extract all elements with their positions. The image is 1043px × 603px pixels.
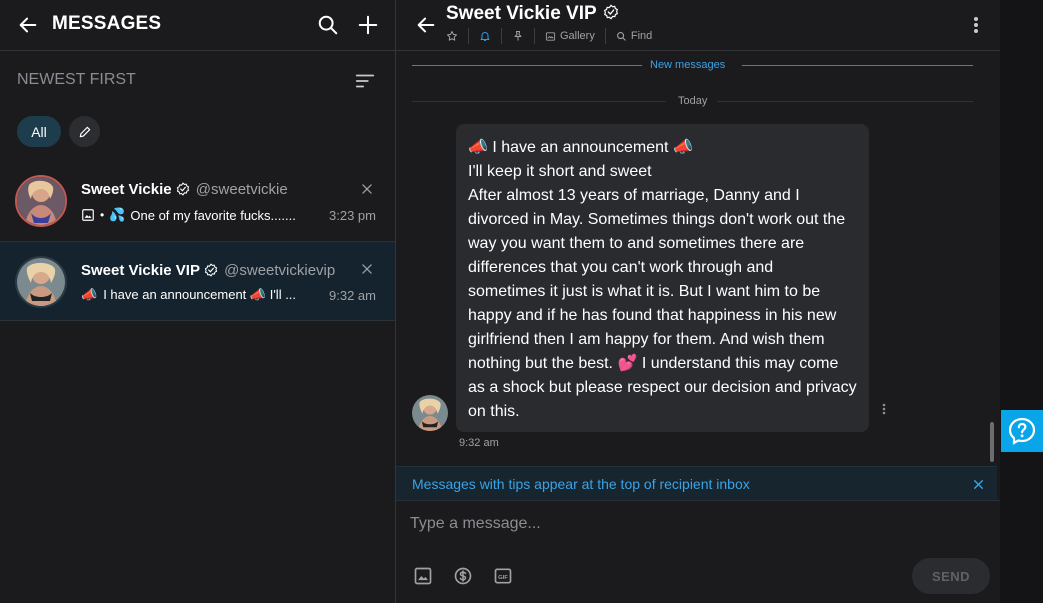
message-line: divorced in May. Sometimes things don't … (468, 211, 846, 228)
conversation-title: Sweet Vickie VIP (446, 3, 619, 25)
page-gutter (1000, 0, 1043, 603)
chat-handle: @sweetvickievip (224, 262, 336, 279)
message-line: 📣 I have an announcement 📣 (468, 139, 693, 156)
find-icon (616, 31, 627, 42)
chat-time: 9:32 am (329, 288, 376, 303)
filter-all-button[interactable]: All (17, 116, 61, 147)
chat-preview: 📣 I have an announcement 📣 I'll ... (81, 287, 321, 303)
back-arrow-icon[interactable] (413, 12, 439, 38)
verified-icon (603, 4, 619, 20)
message-input[interactable] (410, 511, 970, 537)
chat-list-item[interactable]: Sweet Vickie @sweetvickie • 💦 One of my … (0, 162, 395, 242)
verified-icon (204, 263, 218, 277)
message-line: girlfriend then I am happy for them. And… (468, 331, 825, 348)
chat-time: 3:23 pm (329, 208, 376, 223)
more-vertical-icon[interactable] (966, 12, 986, 38)
gallery-label: Gallery (560, 30, 595, 42)
day-label: Today (678, 95, 708, 107)
day-divider (717, 101, 973, 102)
new-messages-label: New messages (650, 59, 726, 71)
megaphone-emoji: 📣 (81, 287, 98, 302)
gallery-button[interactable]: Gallery (535, 28, 606, 44)
chat-preview: • 💦 One of my favorite fucks....... (81, 207, 321, 223)
avatar[interactable] (412, 395, 448, 431)
dollar-icon[interactable] (452, 565, 474, 587)
conversation-title-text: Sweet Vickie VIP (446, 3, 597, 24)
message-line: I'll keep it short and sweet (468, 163, 652, 180)
close-icon[interactable] (970, 476, 986, 492)
chat-name-text: Sweet Vickie (81, 181, 172, 198)
messages-sidebar: MESSAGES NEWEST FIRST All Sweet Vickie @… (0, 0, 396, 603)
image-icon (81, 208, 95, 222)
tip-info-banner: Messages with tips appear at the top of … (396, 466, 997, 500)
chat-preview-text: One of my favorite fucks....... (130, 207, 296, 223)
message-line: differences that you can't work through … (468, 259, 774, 276)
find-button[interactable]: Find (606, 28, 662, 44)
sort-icon[interactable] (352, 68, 378, 94)
scrollbar[interactable] (990, 422, 994, 462)
tip-banner-text: Messages with tips appear at the top of … (412, 476, 750, 492)
more-vertical-icon[interactable] (878, 400, 890, 418)
conversation-header: Sweet Vickie VIP Gallery Find (396, 0, 1000, 51)
message-line: After almost 13 years of marriage, Danny… (468, 187, 800, 204)
notifications-button[interactable] (469, 28, 502, 44)
send-button[interactable]: SEND (912, 558, 990, 594)
chat-list-item-selected[interactable]: Sweet Vickie VIP @sweetvickievip 📣 I hav… (0, 241, 395, 321)
find-label: Find (630, 30, 653, 42)
pin-button[interactable] (502, 28, 535, 44)
verified-icon (176, 182, 190, 196)
droplets-emoji: 💦 (109, 207, 126, 222)
pin-icon (512, 30, 524, 42)
gallery-icon (545, 31, 556, 42)
svg-text:GIF: GIF (498, 575, 508, 581)
chat-name: Sweet Vickie @sweetvickie (81, 181, 288, 198)
message-line: happy and if he has found that happiness… (468, 307, 837, 324)
message-line: sometimes it just is what it is. But I w… (468, 283, 821, 300)
message-composer: GIF SEND (396, 500, 1000, 603)
close-icon[interactable] (360, 262, 376, 278)
message-time: 9:32 am (459, 437, 499, 449)
search-icon[interactable] (315, 12, 341, 38)
star-icon (446, 30, 458, 42)
day-divider (412, 101, 666, 102)
help-icon (1008, 417, 1036, 445)
bullet-separator: • (100, 208, 105, 222)
message-line: on this. (468, 403, 520, 420)
bell-icon (479, 30, 491, 42)
conversation-actions: Gallery Find (446, 27, 662, 45)
sort-label: NEWEST FIRST (17, 71, 136, 88)
chat-name: Sweet Vickie VIP @sweetvickievip (81, 262, 335, 279)
back-arrow-icon[interactable] (15, 12, 41, 38)
page-title: MESSAGES (52, 13, 162, 34)
help-button[interactable] (1001, 410, 1043, 452)
avatar (15, 175, 67, 227)
avatar (15, 256, 67, 308)
new-messages-divider (412, 65, 642, 66)
chat-handle: @sweetvickie (195, 181, 288, 198)
edit-filters-button[interactable] (69, 116, 100, 147)
new-messages-divider (742, 65, 973, 66)
message-line: nothing but the best. 💕 I understand thi… (468, 355, 839, 372)
gif-icon[interactable]: GIF (492, 565, 514, 587)
favorite-button[interactable] (446, 28, 469, 44)
pencil-icon (78, 125, 92, 139)
message-line: as a shock but please respect our decisi… (468, 379, 857, 396)
chat-preview-text: I have an announcement 📣 I'll ... (103, 287, 297, 302)
conversation-panel: Sweet Vickie VIP Gallery Find New messag… (396, 0, 1000, 603)
plus-icon[interactable] (355, 12, 381, 38)
image-icon[interactable] (412, 565, 434, 587)
sidebar-header: MESSAGES (0, 0, 395, 51)
close-icon[interactable] (360, 182, 376, 198)
message-line: way you want them to and sometimes there… (468, 235, 805, 252)
chat-name-text: Sweet Vickie VIP (81, 262, 200, 279)
message-bubble: 📣 I have an announcement 📣 I'll keep it … (456, 124, 869, 432)
